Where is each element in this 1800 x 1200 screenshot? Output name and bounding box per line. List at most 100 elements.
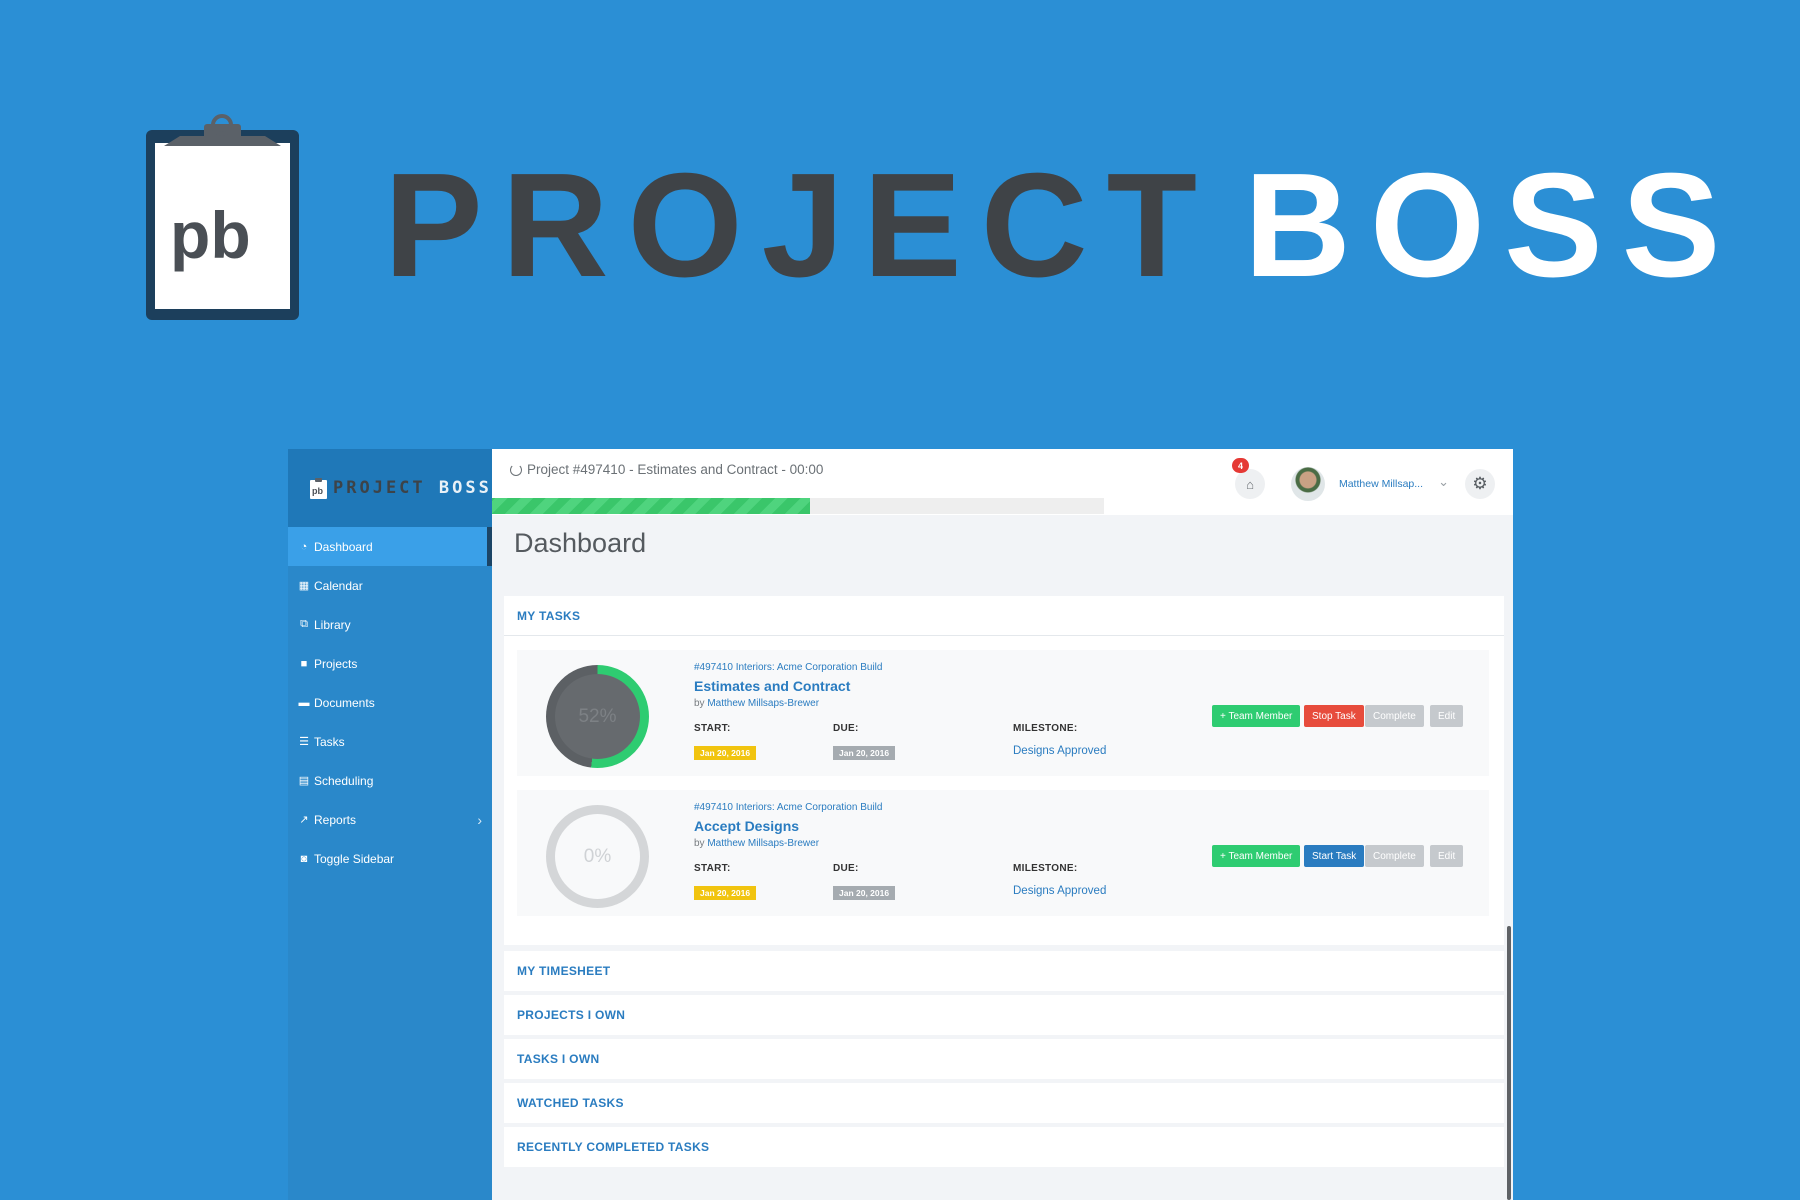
- due-label: DUE:: [833, 863, 859, 874]
- section-my-timesheet[interactable]: MY TIMESHEET: [504, 951, 1504, 991]
- app-window: pb PROJECT BOSS ◔ Dashboard ▦ Calendar ⧉…: [288, 449, 1513, 1200]
- chevron-down-icon[interactable]: ⌄: [1438, 474, 1449, 490]
- my-tasks-header[interactable]: MY TASKS: [504, 596, 1504, 636]
- timer-text: Project #497410 - Estimates and Contract…: [527, 462, 823, 477]
- sidebar-item-tasks[interactable]: ☰ Tasks: [288, 722, 492, 761]
- avatar[interactable]: [1291, 467, 1325, 501]
- dashboard-icon: ◔: [296, 541, 312, 553]
- section-tasks-i-own[interactable]: TASKS I OWN: [504, 1039, 1504, 1079]
- settings-button[interactable]: ⚙: [1465, 469, 1495, 499]
- milestone-link[interactable]: Designs Approved: [1013, 885, 1106, 897]
- task-title-link[interactable]: Estimates and Contract: [694, 678, 850, 694]
- scrollbar[interactable]: [1507, 926, 1511, 1200]
- edit-button[interactable]: Edit: [1430, 845, 1463, 867]
- folder-icon: ▬: [296, 697, 312, 709]
- sidebar-item-label: Reports: [314, 813, 356, 827]
- briefcase-icon: ■: [296, 658, 312, 670]
- inbox-icon: ⌂: [1246, 477, 1254, 492]
- task-progress-fill: [492, 498, 810, 514]
- task-author: by Matthew Millsaps-Brewer: [694, 838, 819, 849]
- sidebar-item-projects[interactable]: ■ Projects: [288, 644, 492, 683]
- sidebar-item-label: Calendar: [314, 579, 363, 593]
- page-title: Dashboard: [514, 528, 646, 559]
- inbox-count-badge: 4: [1232, 458, 1249, 473]
- section-projects-i-own[interactable]: PROJECTS I OWN: [504, 995, 1504, 1035]
- sidebar-item-label: Tasks: [314, 735, 345, 749]
- sidebar-item-calendar[interactable]: ▦ Calendar: [288, 566, 492, 605]
- sidebar-item-reports[interactable]: ↗ Reports ›: [288, 800, 492, 839]
- task-progress-donut: 52%: [546, 665, 649, 768]
- clipboard-logo: pb: [144, 110, 301, 322]
- hero-title-word1: PROJECT: [384, 143, 1216, 308]
- sidebar-item-documents[interactable]: ▬ Documents: [288, 683, 492, 722]
- chart-icon: ↗: [296, 813, 312, 826]
- user-name[interactable]: Matthew Millsap...: [1339, 478, 1423, 490]
- calendar-icon: ▦: [296, 579, 312, 592]
- task-title-link[interactable]: Accept Designs: [694, 818, 799, 834]
- task-author-link[interactable]: Matthew Millsaps-Brewer: [707, 698, 819, 709]
- scheduling-icon: ▤: [296, 774, 312, 787]
- sidebar-item-scheduling[interactable]: ▤ Scheduling: [288, 761, 492, 800]
- chevron-right-icon: ›: [477, 812, 482, 828]
- sidebar-item-toggle-sidebar[interactable]: ◙ Toggle Sidebar: [288, 839, 492, 878]
- sidebar-item-label: Library: [314, 618, 351, 632]
- milestone-label: MILESTONE:: [1013, 723, 1077, 734]
- stop-task-button[interactable]: Stop Task: [1304, 705, 1364, 727]
- start-label: START:: [694, 723, 731, 734]
- start-task-button[interactable]: Start Task: [1304, 845, 1364, 867]
- brand-logo-icon: pb: [310, 478, 327, 499]
- hero-title: PROJECTBOSS: [384, 152, 1739, 300]
- edit-button[interactable]: Edit: [1430, 705, 1463, 727]
- task-card: 52% #497410 Interiors: Acme Corporation …: [517, 650, 1489, 776]
- sidebar-item-label: Toggle Sidebar: [314, 852, 394, 866]
- section-recently-completed-tasks[interactable]: RECENTLY COMPLETED TASKS: [504, 1127, 1504, 1167]
- task-progress-donut: 0%: [546, 805, 649, 908]
- sidebar-brand-text: PROJECT BOSS: [333, 478, 492, 498]
- sidebar-nav: ◔ Dashboard ▦ Calendar ⧉ Library ■ Proje…: [288, 527, 492, 878]
- due-date-badge: Jan 20, 2016: [833, 886, 895, 900]
- topbar: Project #497410 - Estimates and Contract…: [492, 449, 1513, 515]
- complete-button[interactable]: Complete: [1365, 705, 1424, 727]
- task-project-link[interactable]: #497410 Interiors: Acme Corporation Buil…: [694, 662, 882, 673]
- sidebar-item-library[interactable]: ⧉ Library: [288, 605, 492, 644]
- due-date-badge: Jan 20, 2016: [833, 746, 895, 760]
- section-watched-tasks[interactable]: WATCHED TASKS: [504, 1083, 1504, 1123]
- inbox-button[interactable]: ⌂: [1235, 469, 1265, 499]
- task-author-prefix: by: [694, 698, 705, 709]
- donut-percent: 0%: [555, 814, 640, 899]
- task-card: 0% #497410 Interiors: Acme Corporation B…: [517, 790, 1489, 916]
- sidebar-item-label: Scheduling: [314, 774, 373, 788]
- timer-spinner-icon: [510, 464, 522, 476]
- task-author-link[interactable]: Matthew Millsaps-Brewer: [707, 838, 819, 849]
- due-label: DUE:: [833, 723, 859, 734]
- milestone-link[interactable]: Designs Approved: [1013, 745, 1106, 757]
- sidebar-brand-word1: PROJECT: [333, 478, 426, 498]
- brand-logo-text: pb: [312, 486, 323, 496]
- sidebar-item-label: Dashboard: [314, 540, 373, 554]
- complete-button[interactable]: Complete: [1365, 845, 1424, 867]
- add-team-member-button[interactable]: + Team Member: [1212, 845, 1300, 867]
- milestone-label: MILESTONE:: [1013, 863, 1077, 874]
- tasks-icon: ☰: [296, 735, 312, 748]
- start-date-badge: Jan 20, 2016: [694, 746, 756, 760]
- library-icon: ⧉: [296, 618, 312, 631]
- start-date-badge: Jan 20, 2016: [694, 886, 756, 900]
- toggle-icon: ◙: [296, 853, 312, 865]
- gear-icon: ⚙: [1472, 474, 1487, 494]
- project-timer[interactable]: Project #497410 - Estimates and Contract…: [510, 462, 823, 477]
- task-project-link[interactable]: #497410 Interiors: Acme Corporation Buil…: [694, 802, 882, 813]
- add-team-member-button[interactable]: + Team Member: [1212, 705, 1300, 727]
- sidebar-brand-word2: BOSS: [439, 478, 492, 498]
- task-progress-bar: [492, 498, 1104, 514]
- hero-title-word2: BOSS: [1244, 143, 1739, 308]
- sidebar-item-label: Projects: [314, 657, 357, 671]
- sidebar-item-dashboard[interactable]: ◔ Dashboard: [288, 527, 492, 566]
- sidebar-brand[interactable]: pb PROJECT BOSS: [288, 449, 492, 527]
- sidebar-item-label: Documents: [314, 696, 375, 710]
- my-tasks-panel: MY TASKS 52% #497410 Interiors: Acme Cor…: [504, 596, 1504, 945]
- sidebar: pb PROJECT BOSS ◔ Dashboard ▦ Calendar ⧉…: [288, 449, 492, 1200]
- main-content: Dashboard MY TASKS 52% #497410 Interiors…: [492, 515, 1513, 1200]
- clipboard-logo-text: pb: [170, 198, 251, 272]
- task-author: by Matthew Millsaps-Brewer: [694, 698, 819, 709]
- start-label: START:: [694, 863, 731, 874]
